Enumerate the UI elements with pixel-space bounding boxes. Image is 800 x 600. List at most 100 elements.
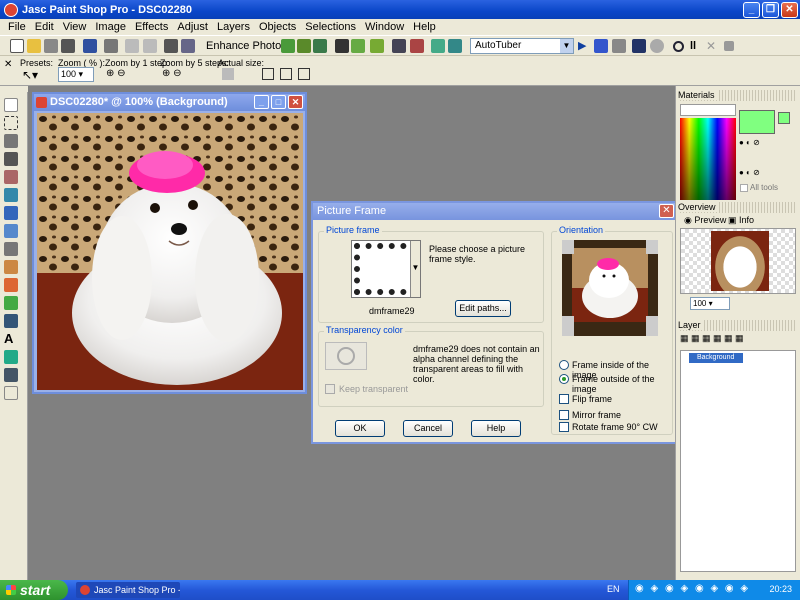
zoom-5step-icons[interactable]: ⊕ ⊖ (162, 68, 182, 79)
pause-icon[interactable]: ll (690, 39, 704, 53)
layer-row-background[interactable]: Background (689, 353, 743, 363)
browse-icon[interactable] (44, 39, 58, 53)
menu-view[interactable]: View (63, 21, 87, 33)
image-maximize-button[interactable]: □ (271, 95, 286, 109)
overview-zoom-input[interactable]: 100 ▾ (690, 297, 730, 310)
script-icon[interactable] (448, 39, 462, 53)
eraser-tool-icon[interactable] (4, 296, 18, 310)
fit-image-icon[interactable] (280, 68, 292, 80)
menu-effects[interactable]: Effects (135, 21, 168, 33)
save-icon[interactable] (83, 39, 97, 53)
start-button[interactable]: start (0, 580, 68, 600)
minimize-button[interactable]: _ (743, 2, 760, 18)
pointer-tool-icon[interactable] (4, 98, 18, 112)
cancel-record-icon[interactable]: ✕ (706, 39, 720, 53)
dropper-tool-icon[interactable] (4, 170, 18, 184)
close-icon[interactable]: ✕ (4, 59, 12, 70)
edit-script-icon[interactable] (594, 39, 608, 53)
dialog-close-button[interactable]: ✕ (659, 204, 674, 218)
help-button[interactable]: Help (471, 420, 521, 437)
menu-file[interactable]: File (8, 21, 26, 33)
full-screen-icon[interactable] (298, 68, 310, 80)
paint-brush-icon[interactable] (4, 224, 18, 238)
overview-tab-preview[interactable]: ◉ Preview (684, 215, 726, 225)
material-style-icons[interactable]: ● ◐ ⊘ (739, 138, 791, 148)
object-selector-icon[interactable] (4, 386, 18, 400)
enhance-photo-menu[interactable]: Enhance Photo ▾ (206, 39, 290, 52)
restore-button[interactable]: ❐ (762, 2, 779, 18)
layer-toolbar[interactable]: ▦ ▦ ▦ ▦ ▦ ▦ (680, 333, 796, 349)
saturation-icon[interactable] (335, 39, 349, 53)
overview-preview[interactable] (680, 228, 796, 294)
tray-icons[interactable]: ◉ ◈ ◉ ◈ ◉ ◈ ◉ ◈ (635, 583, 750, 594)
close-button[interactable]: ✕ (781, 2, 798, 18)
noise-icon[interactable] (370, 39, 384, 53)
layer-icon[interactable] (431, 39, 445, 53)
script-select[interactable]: AutoTuber ▼ (470, 38, 574, 54)
material-style-icons-2[interactable]: ● ◐ ⊘ (739, 168, 791, 178)
scratch-remover-icon[interactable] (4, 206, 18, 220)
all-tools-checkbox[interactable] (740, 184, 748, 192)
color-balance-icon[interactable] (297, 39, 311, 53)
redo-icon[interactable] (143, 39, 157, 53)
move-tool-icon[interactable] (4, 152, 18, 166)
frame-outside-radio[interactable] (559, 374, 569, 384)
taskbar-item-psp[interactable]: Jasc Paint Shop Pro - ... (76, 582, 180, 598)
blend-tool-icon[interactable] (4, 260, 18, 274)
frame-style-preview[interactable]: ▼ (351, 240, 421, 298)
text-tool-icon[interactable]: A (4, 332, 18, 346)
run-script-icon[interactable]: ▶ (578, 39, 592, 53)
chevron-down-icon[interactable]: ▼ (410, 241, 420, 297)
pointer-preset-icon[interactable]: ↖▾ (22, 68, 38, 82)
image-window[interactable]: DSC02280* @ 100% (Background) _ □ ✕ (32, 92, 307, 394)
zoom-step-icons[interactable]: ⊕ ⊖ (106, 68, 126, 79)
undo-icon[interactable] (125, 39, 139, 53)
picture-tube-icon[interactable] (4, 314, 18, 328)
contrast-icon[interactable] (313, 39, 327, 53)
menu-layers[interactable]: Layers (217, 21, 250, 33)
auto-enhance-icon[interactable] (281, 39, 295, 53)
menu-adjust[interactable]: Adjust (177, 21, 208, 33)
edit-paths-button[interactable]: Edit paths... (455, 300, 511, 317)
histogram-icon[interactable] (392, 39, 406, 53)
image-minimize-button[interactable]: _ (254, 95, 269, 109)
rotate-frame-checkbox[interactable] (559, 422, 569, 432)
stop-record-icon[interactable] (724, 41, 734, 51)
dog-photo[interactable] (37, 113, 303, 390)
new-file-icon[interactable] (10, 39, 24, 53)
language-indicator[interactable]: EN (607, 584, 620, 594)
sharpen-icon[interactable] (351, 39, 365, 53)
record-icon[interactable] (632, 39, 646, 53)
script-output-icon[interactable] (612, 39, 626, 53)
background-color-swatch[interactable] (778, 112, 790, 124)
scissors-icon[interactable] (61, 39, 75, 53)
cut-icon[interactable] (164, 39, 178, 53)
copy-icon[interactable] (181, 39, 195, 53)
lighten-tool-icon[interactable] (4, 278, 18, 292)
foreground-color-swatch[interactable] (739, 110, 775, 134)
image-close-button[interactable]: ✕ (288, 95, 303, 109)
preset-shape-icon[interactable] (4, 350, 18, 364)
menu-window[interactable]: Window (365, 21, 404, 33)
menu-objects[interactable]: Objects (259, 21, 296, 33)
menu-help[interactable]: Help (413, 21, 436, 33)
menu-selections[interactable]: Selections (305, 21, 356, 33)
zoom-tool-icon[interactable] (4, 242, 18, 256)
overview-tab-info[interactable]: ▣ Info (728, 215, 754, 225)
selection-tool-icon[interactable] (4, 116, 18, 130)
color-spectrum[interactable] (680, 118, 736, 200)
frame-inside-radio[interactable] (559, 360, 569, 370)
open-folder-icon[interactable] (27, 39, 41, 53)
cancel-button[interactable]: Cancel (403, 420, 453, 437)
actual-size-icon[interactable] (222, 68, 234, 80)
menu-edit[interactable]: Edit (35, 21, 54, 33)
record-circle-icon[interactable] (673, 41, 684, 52)
image-window-titlebar[interactable]: DSC02280* @ 100% (Background) _ □ ✕ (34, 94, 305, 111)
color-swatch[interactable] (325, 342, 367, 370)
stop-icon[interactable] (650, 39, 664, 53)
zoom-input[interactable]: 100 ▾ (58, 67, 94, 82)
pen-tool-icon[interactable] (4, 368, 18, 382)
print-icon[interactable] (104, 39, 118, 53)
keep-transparent-checkbox[interactable] (325, 384, 335, 394)
crop-tool-icon[interactable] (4, 134, 18, 148)
